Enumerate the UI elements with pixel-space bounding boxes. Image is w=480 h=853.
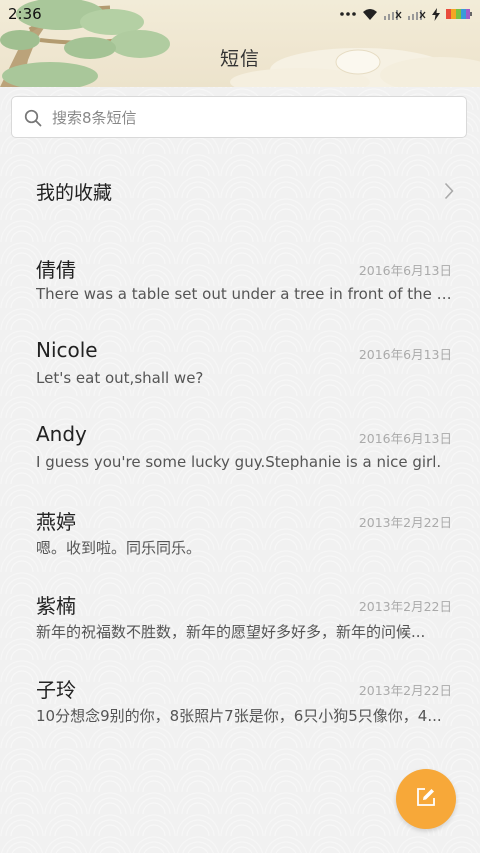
- conversation-item[interactable]: 子玲 2013年2月22日 10分想念9别的你，8张照片7张是你，6只小狗5只像…: [0, 674, 480, 758]
- conversation-date: 2016年6月13日: [358, 263, 452, 278]
- favorites-label: 我的收藏: [36, 182, 113, 204]
- conversation-preview: Let's eat out,shall we?: [36, 369, 204, 387]
- header: 2:36 短信: [0, 0, 480, 87]
- page-title: 短信: [219, 48, 260, 70]
- conversation-date: 2013年2月22日: [358, 683, 452, 698]
- conversation-date: 2013年2月22日: [358, 515, 452, 530]
- conversation-date: 2013年2月22日: [358, 599, 452, 614]
- conversation-preview: I guess you're some lucky guy.Stephanie …: [36, 453, 442, 471]
- wifi-icon: [362, 8, 378, 21]
- compose-icon: [416, 787, 436, 811]
- conversation-item[interactable]: Nicole 2016年6月13日 Let's eat out,shall we…: [0, 338, 480, 422]
- conversation-item[interactable]: 燕婷 2013年2月22日 嗯。收到啦。同乐同乐。: [0, 506, 480, 590]
- search-input[interactable]: [50, 97, 454, 139]
- search-icon: [24, 109, 42, 131]
- conversation-date: 2016年6月13日: [358, 347, 452, 362]
- conversation-name: 子玲: [36, 678, 76, 702]
- status-bar: 2:36: [0, 0, 480, 28]
- status-time: 2:36: [8, 5, 42, 23]
- charging-icon: [432, 7, 440, 21]
- signal-icon: [384, 8, 402, 20]
- conversation-item[interactable]: 倩倩 2016年6月13日 There was a table set out …: [0, 254, 480, 338]
- conversation-date: 2016年6月13日: [358, 431, 452, 446]
- conversation-name: 燕婷: [36, 510, 76, 534]
- conversation-item[interactable]: Andy 2016年6月13日 I guess you're some luck…: [0, 422, 480, 506]
- search-box[interactable]: [11, 96, 467, 139]
- conversation-preview: 10分想念9别的你，8张照片7张是你，6只小狗5只像你，4...: [36, 707, 442, 725]
- more-dots-icon: [340, 11, 356, 17]
- conversation-name: 倩倩: [36, 258, 76, 282]
- conversation-item[interactable]: 紫楠 2013年2月22日 新年的祝福数不胜数，新年的愿望好多好多，新年的问候.…: [0, 590, 480, 674]
- conversation-name: Andy: [36, 422, 87, 446]
- battery-icon: [446, 8, 472, 20]
- compose-button[interactable]: [396, 769, 456, 829]
- favorites-row[interactable]: 我的收藏: [0, 156, 480, 226]
- conversation-preview: 嗯。收到啦。同乐同乐。: [36, 539, 202, 557]
- signal-icon: [408, 8, 426, 20]
- conversation-preview: There was a table set out under a tree i…: [36, 285, 452, 303]
- conversation-name: Nicole: [36, 338, 98, 362]
- conversation-name: 紫楠: [36, 594, 76, 618]
- conversation-preview: 新年的祝福数不胜数，新年的愿望好多好多，新年的问候...: [36, 623, 426, 641]
- status-icons: [340, 6, 472, 22]
- chevron-right-icon: [444, 182, 454, 204]
